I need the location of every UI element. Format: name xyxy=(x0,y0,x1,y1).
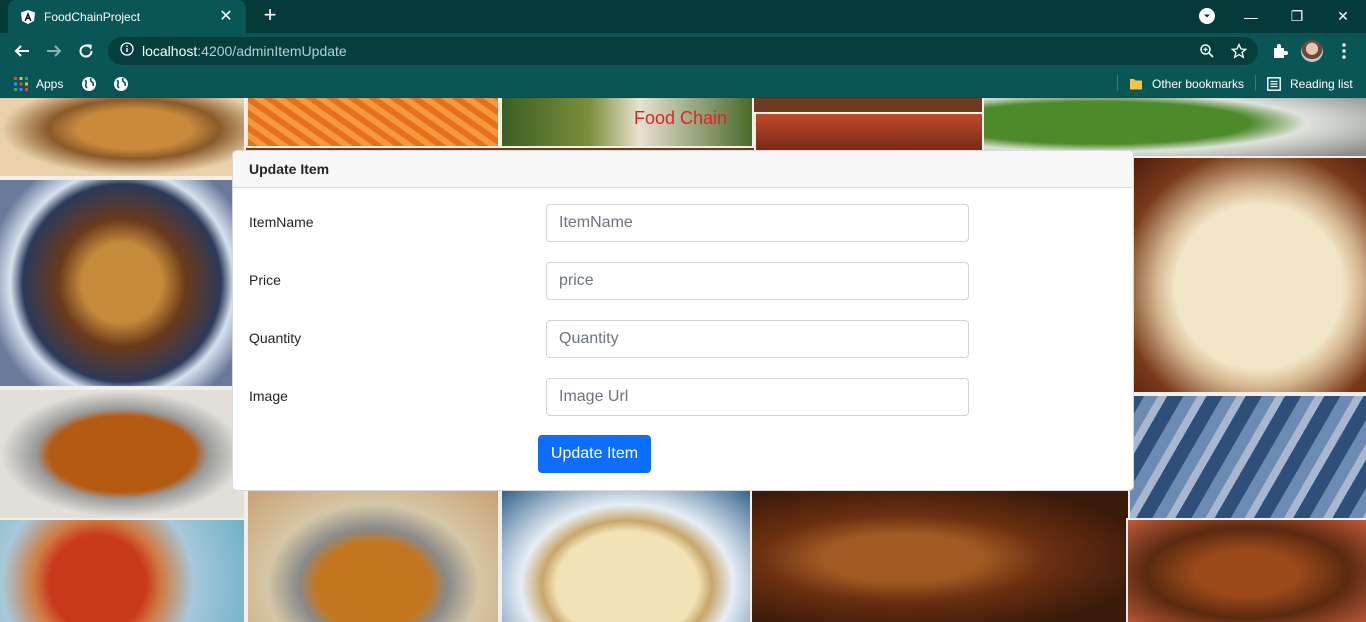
image-row: Image xyxy=(233,378,1133,416)
site-title: Food Chain xyxy=(634,108,728,128)
browser-toolbar: localhost:4200/adminItemUpdate xyxy=(0,33,1366,69)
reading-list-label: Reading list xyxy=(1290,77,1353,91)
image-url-input[interactable] xyxy=(546,378,969,416)
food-photo xyxy=(500,488,754,622)
food-photo xyxy=(0,518,246,622)
food-photo xyxy=(0,178,246,388)
site-info-icon[interactable] xyxy=(120,41,134,61)
food-photo xyxy=(1126,394,1366,526)
quantity-input[interactable] xyxy=(546,320,969,358)
bookmark-globe-2[interactable] xyxy=(113,74,129,94)
url-path: :4200/adminItemUpdate xyxy=(197,43,347,59)
apps-shortcut[interactable]: Apps xyxy=(14,74,63,94)
url-host: localhost xyxy=(142,43,198,59)
tab-search-icon[interactable] xyxy=(1199,8,1215,24)
food-photo xyxy=(246,98,500,148)
food-photo xyxy=(750,488,1130,622)
page-viewport: Food Chain Update Item ItemName Price Qu… xyxy=(0,98,1366,622)
food-photo xyxy=(1126,518,1366,622)
reload-button[interactable] xyxy=(74,39,98,63)
bookmarks-bar: Apps Other bookmarks Reading list xyxy=(0,69,1366,98)
globe-icon xyxy=(82,77,96,91)
zoom-icon[interactable] xyxy=(1198,42,1216,60)
back-button[interactable] xyxy=(10,39,34,63)
food-photo xyxy=(1126,156,1366,394)
browser-titlebar: FoodChainProject ✕ + — ❐ ✕ xyxy=(0,0,1366,33)
food-photo xyxy=(0,388,246,520)
other-bookmarks[interactable]: Other bookmarks xyxy=(1129,74,1244,94)
reading-list[interactable]: Reading list xyxy=(1267,74,1353,94)
apps-label: Apps xyxy=(36,77,64,91)
globe-icon xyxy=(114,77,128,91)
update-item-button[interactable]: Update Item xyxy=(538,435,651,473)
tab-title: FoodChainProject xyxy=(44,9,141,24)
angular-icon xyxy=(20,9,36,25)
price-input[interactable] xyxy=(546,262,969,300)
address-bar[interactable]: localhost:4200/adminItemUpdate xyxy=(108,37,1258,65)
forward-arrow-icon xyxy=(47,45,62,57)
itemname-input[interactable] xyxy=(546,204,969,242)
forward-button[interactable] xyxy=(42,39,66,63)
back-arrow-icon xyxy=(14,45,29,57)
menu-kebab-icon[interactable] xyxy=(1333,40,1355,62)
itemname-row: ItemName xyxy=(233,204,1133,242)
extensions-icon[interactable] xyxy=(1269,40,1291,62)
quantity-label: Quantity xyxy=(249,330,302,346)
restore-button[interactable]: ❐ xyxy=(1274,0,1320,33)
itemname-label: ItemName xyxy=(249,214,314,230)
price-row: Price xyxy=(233,262,1133,300)
apps-grid-icon xyxy=(14,77,28,91)
bookmark-globe-1[interactable] xyxy=(81,74,97,94)
new-tab-button[interactable]: + xyxy=(258,4,282,28)
other-bookmarks-label: Other bookmarks xyxy=(1152,77,1245,91)
tab-close-icon[interactable]: ✕ xyxy=(216,8,236,25)
reload-icon xyxy=(79,44,93,58)
bookmarks-divider xyxy=(1117,75,1118,91)
quantity-row: Quantity xyxy=(233,320,1133,358)
close-window-button[interactable]: ✕ xyxy=(1320,0,1366,33)
reading-list-icon xyxy=(1267,77,1281,91)
browser-tab[interactable]: FoodChainProject ✕ xyxy=(8,0,246,33)
minimize-button[interactable]: — xyxy=(1228,0,1274,33)
food-photo xyxy=(246,488,500,622)
card-title: Update Item xyxy=(233,151,1133,188)
bookmarks-divider xyxy=(1255,75,1256,91)
profile-avatar[interactable] xyxy=(1301,40,1323,62)
update-item-card: Update Item ItemName Price Quantity Imag… xyxy=(232,150,1134,491)
food-photo xyxy=(0,98,246,178)
image-label: Image xyxy=(249,388,288,404)
folder-icon xyxy=(1130,79,1142,90)
food-photo xyxy=(754,112,986,152)
price-label: Price xyxy=(249,272,281,288)
bookmark-star-icon[interactable] xyxy=(1230,42,1248,60)
